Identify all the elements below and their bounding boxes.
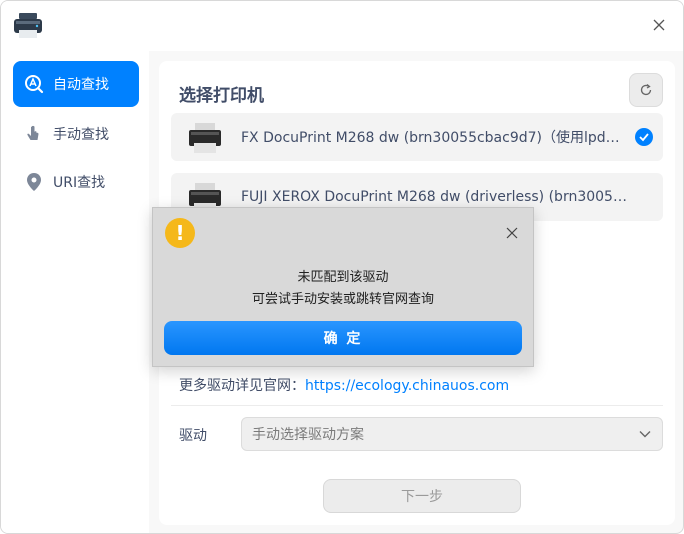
check-icon (635, 128, 653, 146)
divider (171, 405, 663, 406)
refresh-button[interactable] (629, 73, 663, 107)
driver-select-value: 手动选择驱动方案 (252, 427, 364, 443)
sidebar-item-label: 手动查找 (53, 127, 109, 143)
printer-wizard-window: 自动查找 手动查找 URI查找 选择打印机 FX DocuPrint M268 … (0, 0, 684, 534)
printer-list-item[interactable]: FX DocuPrint M268 dw (brn30055cbac9d7)（使… (171, 113, 663, 161)
dialog-close-button[interactable] (503, 224, 521, 242)
dialog-message-detail: 可尝试手动安装或跳转官网查询 (251, 292, 434, 307)
official-site-link[interactable]: https://ecology.chinauos.com (305, 378, 509, 394)
sidebar: 自动查找 手动查找 URI查找 (1, 51, 149, 533)
refresh-icon (640, 83, 652, 96)
more-drivers-label: 更多驱动详见官网： (179, 378, 305, 394)
sidebar-item-auto-search[interactable]: 自动查找 (13, 61, 139, 107)
driver-label: 驱动 (179, 428, 207, 444)
printer-icon (185, 117, 225, 157)
window-close-button[interactable] (645, 11, 673, 39)
auto-search-icon (23, 73, 45, 95)
sidebar-item-label: 自动查找 (53, 77, 109, 93)
printer-app-icon (13, 13, 43, 39)
driver-select[interactable]: 手动选择驱动方案 (241, 417, 663, 451)
page-title: 选择打印机 (179, 86, 264, 106)
next-step-button[interactable]: 下一步 (323, 479, 521, 513)
hand-pointer-icon (23, 123, 45, 145)
sidebar-item-uri-search[interactable]: URI查找 (13, 159, 139, 205)
close-icon (653, 19, 665, 31)
printer-name: FUJI XEROX DocuPrint M268 dw (driverless… (241, 189, 631, 205)
printer-name: FX DocuPrint M268 dw (brn30055cbac9d7)（使… (241, 130, 631, 146)
more-drivers-text: 更多驱动详见官网：https://ecology.chinauos.com (179, 375, 509, 395)
driver-not-found-dialog: ! 未匹配到该驱动 可尝试手动安装或跳转官网查询 确 定 (152, 207, 534, 367)
warning-icon: ! (165, 218, 195, 248)
location-pin-icon (23, 171, 45, 193)
sidebar-item-label: URI查找 (53, 175, 106, 191)
dialog-message-title: 未匹配到该驱动 (297, 270, 389, 285)
ok-button[interactable]: 确 定 (164, 321, 522, 355)
sidebar-item-manual-search[interactable]: 手动查找 (13, 111, 139, 157)
close-icon (506, 227, 518, 239)
chevron-down-icon (638, 427, 652, 445)
titlebar (1, 1, 683, 51)
